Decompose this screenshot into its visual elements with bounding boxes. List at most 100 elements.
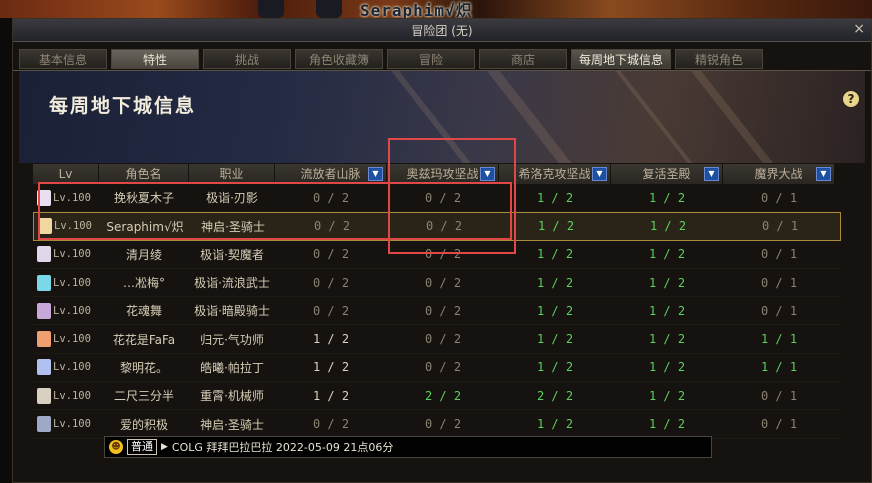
table-row[interactable]: Lv.100 挽秋夏木子 极诣·刃影 0 / 2 0 / 2 1 / 2 1 / 2 0 / … xyxy=(33,184,841,213)
table-body: Lv.100 挽秋夏木子 极诣·刃影 0 / 2 0 / 2 1 / 2 1 / 2 0 / … xyxy=(33,184,841,439)
header-dungeon-5[interactable]: 魔界大战 ▼ xyxy=(723,164,835,184)
header-dungeon-3[interactable]: 希洛克攻坚战 ▼ xyxy=(499,164,611,184)
cell-job: 重霄·机械师 xyxy=(200,389,264,404)
cell-dungeon-clears: 1 / 2 xyxy=(536,275,574,290)
header-dungeon-1[interactable]: 流放者山脉 ▼ xyxy=(275,164,387,184)
cell-job: 极诣·契魔者 xyxy=(200,247,264,262)
play-arrow-icon: ▶ xyxy=(161,442,168,452)
chat-message-bar[interactable]: ☻ 普通 ▶ COLG 拜拜巴拉巴拉 2022-05-09 21点06分 xyxy=(104,436,712,458)
header-name[interactable]: 角色名 xyxy=(99,164,189,184)
table-row[interactable]: Lv.100 Seraphim√炽 神启·圣骑士 0 / 2 0 / 2 1 / 2 1 /… xyxy=(33,212,841,241)
tab-collection[interactable]: 角色收藏簿 xyxy=(295,49,383,69)
cell-dungeon-clears: 0 / 2 xyxy=(313,219,351,234)
cell-job: 神启·圣骑士 xyxy=(201,219,265,234)
chat-channel[interactable]: 普通 xyxy=(127,439,157,455)
character-avatar-icon xyxy=(37,189,51,206)
cell-level: Lv.100 xyxy=(33,416,99,433)
tab-traits[interactable]: 特性 xyxy=(111,49,199,69)
character-avatar-icon xyxy=(37,331,51,348)
banner-decoration xyxy=(390,71,494,163)
level-text: Lv.100 xyxy=(53,191,91,204)
character-sprite xyxy=(258,0,284,18)
cell-dungeon-clears: 1 / 2 xyxy=(536,360,574,375)
level-text: Lv.100 xyxy=(53,248,91,261)
cell-dungeon-clears: 0 / 2 xyxy=(424,275,462,290)
cell-dungeon-clears: 0 / 2 xyxy=(312,275,350,290)
table-row[interactable]: Lv.100 花魂舞 极诣·暗殿骑士 0 / 2 0 / 2 1 / 2 1 / 2 0 / … xyxy=(33,297,841,326)
character-sprite xyxy=(316,0,342,18)
character-avatar-icon xyxy=(37,387,51,404)
level-text: Lv.100 xyxy=(53,389,91,402)
cell-dungeon-clears: 2 / 2 xyxy=(424,388,462,403)
window-titlebar[interactable]: 冒险团 (无) × xyxy=(13,19,871,42)
cell-level: Lv.100 xyxy=(33,331,99,348)
cell-dungeon-clears: 0 / 2 xyxy=(424,303,462,318)
table-row[interactable]: Lv.100 …凇梅° 极诣·流浪武士 0 / 2 0 / 2 1 / 2 1 / 2 0 /… xyxy=(33,269,841,298)
cell-level: Lv.100 xyxy=(33,387,99,404)
cell-dungeon-clears: 1 / 2 xyxy=(536,332,574,347)
header-lv[interactable]: Lv xyxy=(33,164,99,184)
table-header: Lv 角色名 职业 流放者山脉 ▼ 奥兹玛攻坚战 ▼ 希洛克攻坚战 ▼ 复活圣殿 ▼ 魔… xyxy=(33,164,841,184)
cell-dungeon-clears: 0 / 2 xyxy=(312,247,350,262)
character-avatar-icon xyxy=(37,359,51,376)
tab-basic-info[interactable]: 基本信息 xyxy=(19,49,107,69)
cell-level: Lv.100 xyxy=(33,302,99,319)
window-title: 冒险团 (无) xyxy=(411,24,473,38)
cell-job: 极诣·流浪武士 xyxy=(194,276,270,291)
tab-challenge[interactable]: 挑战 xyxy=(203,49,291,69)
dropdown-arrow-icon[interactable]: ▼ xyxy=(480,167,495,181)
character-avatar-icon xyxy=(37,302,51,319)
header-job[interactable]: 职业 xyxy=(189,164,275,184)
tab-shop[interactable]: 商店 xyxy=(479,49,567,69)
cell-character-name: …凇梅° xyxy=(122,276,165,291)
cell-level: Lv.100 xyxy=(34,218,100,235)
game-background: Seraphim√炽 xyxy=(0,0,872,20)
table-row[interactable]: Lv.100 黎明花。 皓曦·帕拉丁 1 / 2 0 / 2 1 / 2 1 / 2 1 / … xyxy=(33,354,841,383)
table-row[interactable]: Lv.100 清月绫 极诣·契魔者 0 / 2 0 / 2 1 / 2 1 / 2 0 / 1 xyxy=(33,241,841,269)
tab-adventure[interactable]: 冒险 xyxy=(387,49,475,69)
cell-dungeon-clears: 1 / 2 xyxy=(649,219,687,234)
cell-dungeon-clears: 1 / 2 xyxy=(648,275,686,290)
table-row[interactable]: Lv.100 二尺三分半 重霄·机械师 1 / 2 2 / 2 2 / 2 1 / 2 0 /… xyxy=(33,382,841,411)
header-dungeon-2[interactable]: 奥兹玛攻坚战 ▼ xyxy=(387,164,499,184)
cell-dungeon-clears: 0 / 2 xyxy=(424,360,462,375)
cell-dungeon-clears: 1 / 2 xyxy=(648,332,686,347)
cell-character-name: Seraphim√炽 xyxy=(106,219,184,234)
cell-dungeon-clears: 2 / 2 xyxy=(536,388,574,403)
cell-dungeon-clears: 1 / 2 xyxy=(312,360,350,375)
dropdown-arrow-icon[interactable]: ▼ xyxy=(704,167,719,181)
cell-dungeon-clears: 0 / 2 xyxy=(312,303,350,318)
weekly-dungeon-table: Lv 角色名 职业 流放者山脉 ▼ 奥兹玛攻坚战 ▼ 希洛克攻坚战 ▼ 复活圣殿 ▼ 魔… xyxy=(33,164,841,439)
table-row[interactable]: Lv.100 花花是FaFa 归元·气功师 1 / 2 0 / 2 1 / 2 1 / 2 1… xyxy=(33,325,841,354)
banner-decoration xyxy=(690,71,796,163)
cell-dungeon-clears: 1 / 2 xyxy=(648,190,686,205)
banner-decoration xyxy=(607,71,715,163)
cell-dungeon-clears: 0 / 2 xyxy=(425,219,463,234)
dropdown-arrow-icon[interactable]: ▼ xyxy=(592,167,607,181)
close-icon[interactable]: × xyxy=(853,21,865,37)
cell-dungeon-clears: 0 / 2 xyxy=(424,332,462,347)
cell-dungeon-clears: 0 / 1 xyxy=(760,190,798,205)
help-icon[interactable]: ? xyxy=(843,91,859,107)
table-row[interactable]: Lv.100 爱的积极 神启·圣骑士 0 / 2 0 / 2 1 / 2 1 / 2 0 / … xyxy=(33,410,841,439)
cell-character-name: 花花是FaFa xyxy=(112,332,176,347)
cell-dungeon-clears: 0 / 2 xyxy=(312,417,350,432)
chat-text: COLG 拜拜巴拉巴拉 2022-05-09 21点06分 xyxy=(171,441,394,454)
cell-character-name: 清月绫 xyxy=(125,247,162,262)
cell-dungeon-clears: 1 / 2 xyxy=(536,247,574,262)
level-text: Lv.100 xyxy=(53,333,91,346)
tab-elite-characters[interactable]: 精锐角色 xyxy=(675,49,763,69)
dropdown-arrow-icon[interactable]: ▼ xyxy=(816,167,831,181)
dropdown-arrow-icon[interactable]: ▼ xyxy=(368,167,383,181)
cell-dungeon-clears: 1 / 2 xyxy=(648,247,686,262)
cell-job: 神启·圣骑士 xyxy=(200,417,264,432)
page-banner: 每周地下城信息 ? xyxy=(19,71,865,163)
cell-character-name: 挽秋夏木子 xyxy=(113,191,174,206)
smiley-icon: ☻ xyxy=(109,440,123,454)
page-title: 每周地下城信息 xyxy=(49,95,197,117)
header-dungeon-4[interactable]: 复活圣殿 ▼ xyxy=(611,164,723,184)
cell-dungeon-clears: 1 / 2 xyxy=(648,388,686,403)
cell-character-name: 二尺三分半 xyxy=(113,389,174,404)
level-text: Lv.100 xyxy=(53,418,91,431)
tab-weekly-dungeon[interactable]: 每周地下城信息 xyxy=(571,49,671,69)
